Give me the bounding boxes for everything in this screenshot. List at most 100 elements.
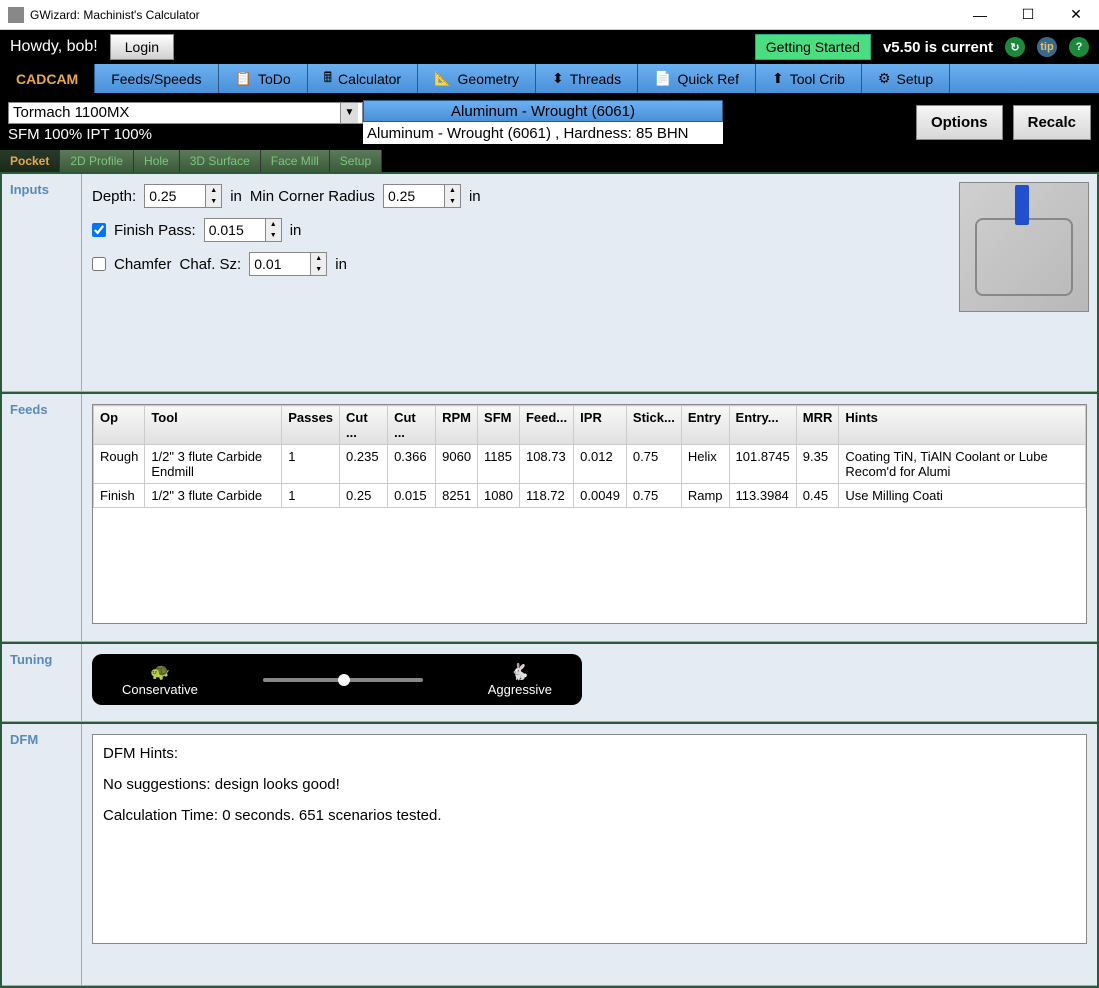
- cell-entry: Ramp: [681, 484, 729, 508]
- cell-feed: 118.72: [519, 484, 573, 508]
- mcr-down[interactable]: ▼: [445, 196, 460, 207]
- finish-up[interactable]: ▲: [266, 219, 281, 230]
- column-header[interactable]: Entry...: [729, 406, 796, 445]
- preview-image: [959, 182, 1089, 312]
- tab-setup[interactable]: ⚙Setup: [862, 64, 950, 93]
- tab-label: Tool Crib: [790, 71, 845, 87]
- table-row[interactable]: Rough1/2" 3 flute Carbide Endmill10.2350…: [94, 445, 1086, 484]
- machine-select[interactable]: Tormach 1100MX ▼: [8, 102, 363, 124]
- tab-label: Geometry: [458, 71, 519, 87]
- depth-field[interactable]: [145, 185, 205, 207]
- tip-icon[interactable]: tip: [1037, 37, 1057, 57]
- close-button[interactable]: ✕: [1061, 5, 1091, 25]
- mcr-label: Min Corner Radius: [250, 188, 375, 205]
- cell-op: Finish: [94, 484, 145, 508]
- column-header[interactable]: Feed...: [519, 406, 573, 445]
- getting-started-button[interactable]: Getting Started: [755, 34, 871, 60]
- dfm-calc-time: Calculation Time: 0 seconds. 651 scenari…: [103, 807, 1076, 824]
- material-desc: Aluminum - Wrought (6061) , Hardness: 85…: [363, 122, 723, 144]
- column-header[interactable]: Op: [94, 406, 145, 445]
- tab-todo[interactable]: 📋ToDo: [219, 64, 308, 93]
- column-header[interactable]: IPR: [574, 406, 627, 445]
- subtab-face-mill[interactable]: Face Mill: [261, 150, 330, 172]
- tuning-panel: 🐢 Conservative 🐇 Aggressive: [82, 644, 1097, 722]
- tab-threads[interactable]: ⬍Threads: [536, 64, 638, 93]
- mcr-field[interactable]: [384, 185, 444, 207]
- feeds-table[interactable]: OpToolPassesCut ...Cut ...RPMSFMFeed...I…: [92, 404, 1087, 624]
- tab-feeds-speeds[interactable]: Feeds/Speeds: [95, 64, 218, 93]
- cell-entry2: 113.3984: [729, 484, 796, 508]
- depth-up[interactable]: ▲: [206, 185, 221, 196]
- mcr-unit: in: [469, 188, 481, 205]
- chamfer-down[interactable]: ▼: [311, 264, 326, 275]
- refresh-icon[interactable]: ↻: [1005, 37, 1025, 57]
- depth-down[interactable]: ▼: [206, 196, 221, 207]
- cell-rpm: 9060: [436, 445, 478, 484]
- cell-hints: Coating TiN, TiAlN Coolant or Lube Recom…: [839, 445, 1086, 484]
- subtab-pocket[interactable]: Pocket: [0, 150, 60, 172]
- dropdown-arrow-icon[interactable]: ▼: [340, 103, 358, 123]
- column-header[interactable]: MRR: [796, 406, 839, 445]
- tab-label: Calculator: [338, 71, 401, 87]
- mcr-input[interactable]: ▲▼: [383, 184, 461, 208]
- column-header[interactable]: SFM: [478, 406, 520, 445]
- finish-field[interactable]: [205, 219, 265, 241]
- column-header[interactable]: Cut ...: [340, 406, 388, 445]
- column-header[interactable]: Tool: [145, 406, 282, 445]
- turtle-icon: 🐢: [122, 662, 198, 682]
- cell-entry2: 101.8745: [729, 445, 796, 484]
- geometry-icon: 📐: [434, 70, 451, 87]
- tab-geometry[interactable]: 📐 Geometry: [418, 64, 536, 93]
- finish-label: Finish Pass:: [114, 222, 196, 239]
- column-header[interactable]: Stick...: [626, 406, 681, 445]
- dfm-hints-box: DFM Hints: No suggestions: design looks …: [92, 734, 1087, 944]
- tuning-slider-box: 🐢 Conservative 🐇 Aggressive: [92, 654, 582, 705]
- cell-entry: Helix: [681, 445, 729, 484]
- material-button[interactable]: Aluminum - Wrought (6061): [363, 100, 723, 122]
- subtab-hole[interactable]: Hole: [134, 150, 180, 172]
- conservative-label: Conservative: [122, 682, 198, 697]
- cell-tool: 1/2" 3 flute Carbide: [145, 484, 282, 508]
- tab-tool-crib[interactable]: ⬆Tool Crib: [756, 64, 862, 93]
- tab-calculator[interactable]: 🖩Calculator: [308, 64, 418, 93]
- dfm-section-label: DFM: [2, 724, 82, 986]
- recalc-button[interactable]: Recalc: [1013, 105, 1091, 140]
- options-button[interactable]: Options: [916, 105, 1003, 140]
- cell-cut1: 0.235: [340, 445, 388, 484]
- table-row[interactable]: Finish1/2" 3 flute Carbide10.250.0158251…: [94, 484, 1086, 508]
- column-header[interactable]: Entry: [681, 406, 729, 445]
- mcr-up[interactable]: ▲: [445, 185, 460, 196]
- chamfer-checkbox[interactable]: [92, 257, 106, 271]
- cell-cut1: 0.25: [340, 484, 388, 508]
- cell-stick: 0.75: [626, 484, 681, 508]
- minimize-button[interactable]: —: [965, 5, 995, 25]
- depth-input[interactable]: ▲▼: [144, 184, 222, 208]
- cell-sfm: 1080: [478, 484, 520, 508]
- column-header[interactable]: Cut ...: [388, 406, 436, 445]
- column-header[interactable]: Passes: [282, 406, 340, 445]
- slider-thumb[interactable]: [338, 674, 350, 686]
- finish-down[interactable]: ▼: [266, 230, 281, 241]
- column-header[interactable]: Hints: [839, 406, 1086, 445]
- subtab-setup[interactable]: Setup: [330, 150, 382, 172]
- cell-ipr: 0.012: [574, 445, 627, 484]
- cell-rpm: 8251: [436, 484, 478, 508]
- dfm-title: DFM Hints:: [103, 745, 1076, 762]
- subtab--d-profile[interactable]: 2D Profile: [60, 150, 134, 172]
- tuning-slider[interactable]: [263, 678, 423, 682]
- chamfer-up[interactable]: ▲: [311, 253, 326, 264]
- login-button[interactable]: Login: [110, 34, 174, 60]
- tab-quick-ref[interactable]: 📄Quick Ref: [638, 64, 756, 93]
- cell-ipr: 0.0049: [574, 484, 627, 508]
- help-icon[interactable]: ?: [1069, 37, 1089, 57]
- column-header[interactable]: RPM: [436, 406, 478, 445]
- maximize-button[interactable]: ☐: [1013, 5, 1043, 25]
- feeds-panel: OpToolPassesCut ...Cut ...RPMSFMFeed...I…: [82, 394, 1097, 642]
- tab-cadcam[interactable]: CADCAM: [0, 64, 95, 93]
- finish-checkbox[interactable]: [92, 223, 106, 237]
- chamfer-field[interactable]: [250, 253, 310, 275]
- subtab--d-surface[interactable]: 3D Surface: [180, 150, 261, 172]
- chamfer-input[interactable]: ▲▼: [249, 252, 327, 276]
- cell-op: Rough: [94, 445, 145, 484]
- finish-input[interactable]: ▲▼: [204, 218, 282, 242]
